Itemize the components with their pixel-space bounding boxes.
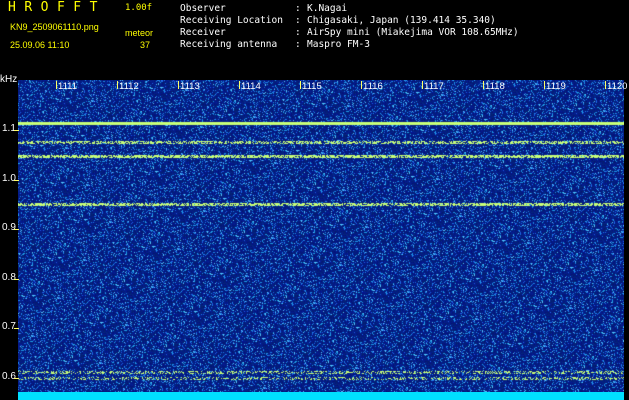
x-tick-mark: [56, 81, 57, 89]
filename-label: KN9_2509061110.png: [10, 22, 99, 32]
x-tick-mark: [605, 81, 606, 89]
info-row-receiver: Receiver: AirSpy mini (Miakejima VOR 108.…: [180, 27, 519, 38]
y-tick-label: 0.7: [2, 321, 16, 332]
info-value: K.Nagai: [307, 3, 348, 14]
x-tick-label: 1113: [180, 81, 200, 92]
y-tick-label: 0.8: [2, 272, 16, 283]
info-value: AirSpy mini (Miakejima VOR 108.65MHz): [307, 27, 519, 38]
y-tick-label: 1.1: [2, 123, 16, 134]
info-label: Receiving Location: [180, 15, 283, 26]
x-tick-label: 1114: [241, 81, 261, 92]
x-tick-label: 1117: [424, 81, 444, 92]
x-tick-label: 1116: [363, 81, 383, 92]
info-row-location: Receiving Location: Chigasaki, Japan (139…: [180, 15, 496, 26]
x-tick-mark: [483, 81, 484, 89]
y-tick-mark: [14, 229, 19, 230]
counter-value: 37: [140, 40, 151, 50]
x-tick-mark: [178, 81, 179, 89]
y-tick-mark: [14, 279, 19, 280]
x-tick-label: 1118: [485, 81, 505, 92]
info-label: Receiving antenna: [180, 39, 278, 50]
x-tick-mark: [300, 81, 301, 89]
info-row-observer: Observer: K.Nagai: [180, 3, 348, 14]
x-tick-mark: [544, 81, 545, 89]
x-tick-mark: [361, 81, 362, 89]
spectrogram-canvas: [18, 80, 624, 392]
info-label: Receiver: [180, 27, 226, 38]
x-tick-mark: [239, 81, 240, 89]
info-value: Chigasaki, Japan (139.414 35.340): [307, 15, 496, 26]
x-tick-label: 1119: [546, 81, 566, 92]
x-tick-label: 1120: [607, 81, 628, 92]
datetime-label: 25.09.06 11:10: [10, 40, 70, 50]
x-tick-mark: [117, 81, 118, 89]
info-row-antenna: Receiving antenna: Maspro FM-3: [180, 39, 370, 50]
x-tick-label: 1112: [119, 81, 139, 92]
app-title: HROFFT: [8, 0, 106, 15]
info-label: Observer: [180, 3, 226, 14]
y-tick-label: 1.0: [2, 173, 16, 184]
y-tick-label: 0.6: [2, 371, 16, 382]
x-tick-label: 1115: [302, 81, 322, 92]
x-tick-mark: [422, 81, 423, 89]
info-value: Maspro FM-3: [307, 39, 370, 50]
header-panel: HROFFT 1.00f KN9_2509061110.png meteor 2…: [0, 0, 629, 72]
version-label: 1.00f: [125, 3, 153, 13]
y-tick-mark: [14, 378, 19, 379]
y-tick-mark: [14, 130, 19, 131]
counter-label: meteor: [125, 28, 154, 38]
y-tick-mark: [14, 328, 19, 329]
time-marker-bar: [18, 392, 624, 400]
spectrogram-plot: [18, 80, 624, 392]
x-tick-label: 1111: [58, 81, 78, 92]
y-tick-mark: [14, 180, 19, 181]
station-info: Observer: K.Nagai Receiving Location: Chig…: [180, 3, 519, 51]
y-tick-label: 0.9: [2, 222, 16, 233]
y-axis-unit: kHz: [0, 74, 18, 85]
